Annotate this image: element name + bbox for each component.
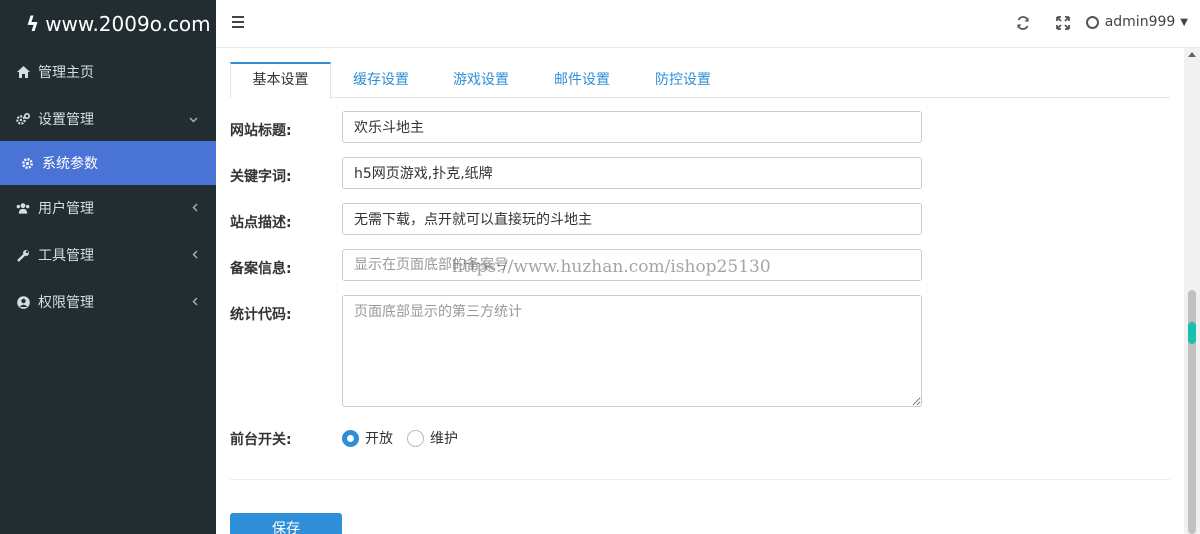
sidebar-item-users[interactable]: 用户管理 <box>0 186 216 230</box>
scroll-up-arrow-icon[interactable] <box>1188 52 1196 57</box>
icp-label: 备案信息: <box>230 261 292 277</box>
caret-down-icon: ▼ <box>1180 16 1188 28</box>
tab-game[interactable]: 游戏设置 <box>442 62 520 98</box>
chevron-left-icon <box>192 248 198 262</box>
user-menu[interactable]: admin999 ▼ <box>1085 14 1188 30</box>
sidebar-item-label: 系统参数 <box>42 156 98 172</box>
description-label: 站点描述: <box>230 215 292 231</box>
tab-mail[interactable]: 邮件设置 <box>543 62 621 98</box>
logo-text: www.2009o.com <box>45 12 211 36</box>
user-avatar-icon <box>1085 15 1099 29</box>
radio-maintenance[interactable] <box>407 429 424 447</box>
keywords-label: 关键字词: <box>230 169 292 185</box>
username: admin999 <box>1104 14 1176 30</box>
user-circle-icon <box>16 295 30 309</box>
home-icon <box>16 65 30 79</box>
site-title-label: 网站标题: <box>230 123 292 139</box>
tab-security[interactable]: 防控设置 <box>644 62 722 98</box>
sidebar-item-settings[interactable]: 设置管理 <box>0 97 216 141</box>
sidebar-item-label: 权限管理 <box>38 295 94 311</box>
tab-cache[interactable]: 缓存设置 <box>342 62 420 98</box>
frontend-switch-label: 前台开关: <box>230 432 292 448</box>
radio-maintenance-label[interactable]: 维护 <box>430 428 458 448</box>
wrench-icon <box>16 248 30 262</box>
keywords-input[interactable] <box>342 157 922 189</box>
sidebar-item-label: 工具管理 <box>38 248 94 264</box>
divider <box>230 479 1170 480</box>
chevron-left-icon <box>192 201 198 215</box>
main-content: 基本设置 缓存设置 游戏设置 邮件设置 防控设置 网站标题: 关键字词: 站点描… <box>216 48 1184 534</box>
stats-code-textarea[interactable] <box>342 295 922 407</box>
save-button[interactable]: 保存 <box>230 513 342 534</box>
watermark: https://www.huzhan.com/ishop25130 <box>452 257 771 277</box>
menu-toggle-icon[interactable] <box>232 16 244 28</box>
gear-icon <box>20 156 34 170</box>
frontend-switch-radios: 开放 维护 <box>342 428 472 448</box>
chevron-left-icon <box>192 295 198 309</box>
sidebar-item-label: 管理主页 <box>38 65 94 81</box>
page-scrollbar[interactable] <box>1184 48 1200 534</box>
chevron-down-icon <box>189 112 198 126</box>
sidebar-item-home[interactable]: 管理主页 <box>0 50 216 94</box>
site-title-input[interactable] <box>342 111 922 143</box>
description-input[interactable] <box>342 203 922 235</box>
stats-code-label: 统计代码: <box>230 307 292 323</box>
radio-open-label[interactable]: 开放 <box>365 428 393 448</box>
logo[interactable]: ϟ www.2009o.com <box>0 0 216 48</box>
gears-icon <box>16 112 30 126</box>
sidebar-item-permissions[interactable]: 权限管理 <box>0 280 216 324</box>
settings-tabs: 基本设置 缓存设置 游戏设置 邮件设置 防控设置 <box>230 62 1170 99</box>
sidebar-item-label: 用户管理 <box>38 201 94 217</box>
radio-open[interactable] <box>342 429 359 447</box>
scroll-indicator <box>1188 322 1196 344</box>
topbar: admin999 ▼ <box>216 0 1200 48</box>
sidebar-item-tools[interactable]: 工具管理 <box>0 233 216 277</box>
tab-basic[interactable]: 基本设置 <box>230 62 331 99</box>
lightning-icon: ϟ <box>26 12 40 36</box>
sidebar-item-system-params[interactable]: 系统参数 <box>0 141 216 185</box>
refresh-icon[interactable] <box>1016 16 1032 32</box>
fullscreen-icon[interactable] <box>1056 16 1072 32</box>
sidebar-item-label: 设置管理 <box>38 112 94 128</box>
sidebar: ϟ www.2009o.com 管理主页 设置管理 系统参数 用户管理 工具管理… <box>0 0 216 534</box>
users-icon <box>16 201 30 215</box>
